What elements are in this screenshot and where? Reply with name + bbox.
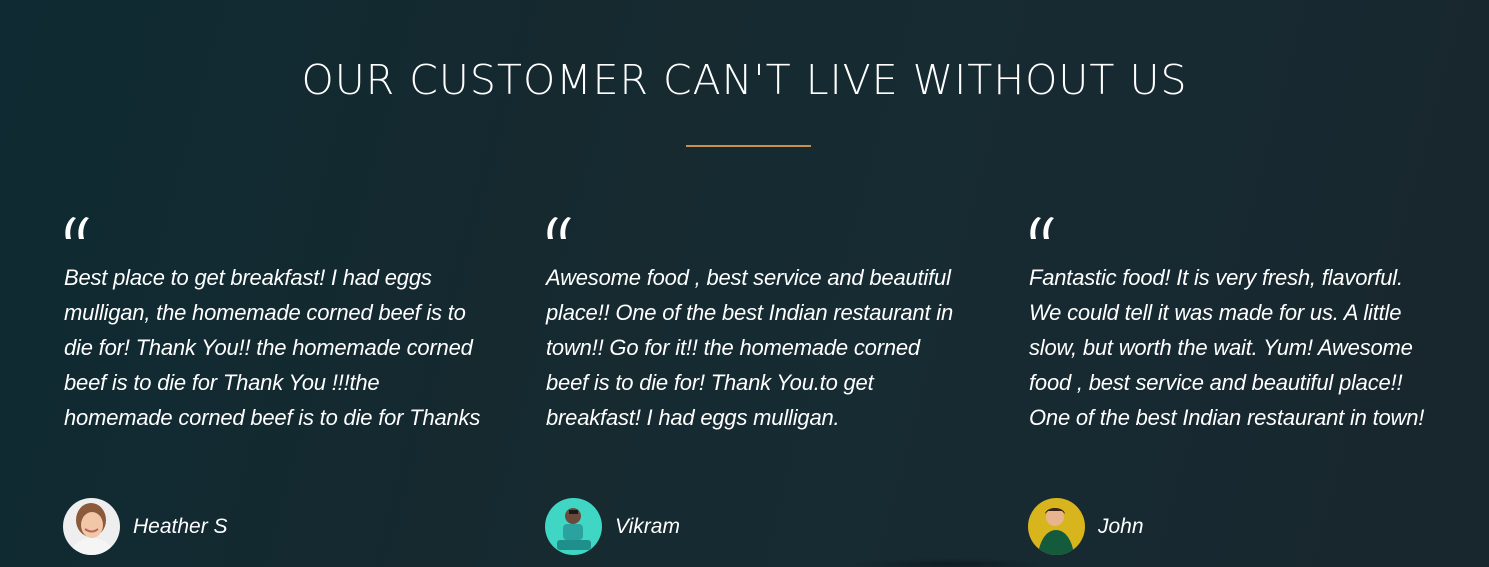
author-name: Heather S bbox=[133, 514, 228, 538]
testimonial-card: Fantastic food! It is very fresh, flavor… bbox=[1028, 215, 1439, 555]
testimonial-card: Best place to get breakfast! I had eggs … bbox=[63, 215, 484, 555]
avatar bbox=[63, 498, 120, 555]
author-name: John bbox=[1098, 514, 1144, 538]
testimonial-text: Best place to get breakfast! I had eggs … bbox=[64, 265, 481, 430]
title-divider bbox=[686, 145, 811, 147]
avatar bbox=[1028, 498, 1085, 555]
testimonial-text: Awesome food , best service and beautifu… bbox=[546, 265, 954, 430]
avatar bbox=[545, 498, 602, 555]
author-name: Vikram bbox=[615, 514, 680, 538]
testimonials-section: OUR CUSTOMER CAN'T LIVE WITHOUT US Best … bbox=[0, 0, 1489, 567]
quote-icon bbox=[546, 215, 586, 253]
testimonial-author: Heather S bbox=[63, 498, 228, 555]
decorative-shadow bbox=[850, 558, 1050, 567]
quote-icon bbox=[64, 215, 104, 253]
quote-icon bbox=[1029, 215, 1069, 253]
testimonial-author: Vikram bbox=[545, 498, 680, 555]
testimonial-card: Awesome food , best service and beautifu… bbox=[545, 215, 966, 555]
testimonial-author: John bbox=[1028, 498, 1144, 555]
section-title: OUR CUSTOMER CAN'T LIVE WITHOUT US bbox=[301, 56, 1188, 104]
testimonial-text: Fantastic food! It is very fresh, flavor… bbox=[1029, 265, 1425, 430]
